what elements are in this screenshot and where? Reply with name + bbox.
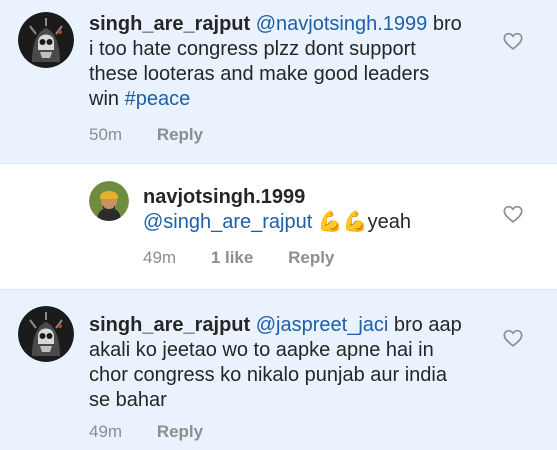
comment-meta: 50m Reply: [89, 125, 233, 145]
turban-avatar-icon: [89, 181, 129, 221]
heart-outline-icon[interactable]: [502, 327, 524, 349]
comment-body-line: se bahar: [89, 389, 167, 411]
comment-time: 49m: [143, 248, 177, 267]
reply-button[interactable]: Reply: [157, 125, 203, 144]
comment-body-text: yeah: [367, 211, 412, 233]
heart-outline-icon[interactable]: [502, 30, 524, 52]
comment-time: 50m: [89, 125, 123, 144]
comment-item: singh_are_rajput @navjotsingh.1999 bro i…: [0, 0, 557, 163]
comment-item: singh_are_rajput @jaspreet_jaci bro aap …: [0, 289, 557, 450]
user-avatar[interactable]: [89, 181, 129, 221]
comment-mention[interactable]: @singh_are_rajput: [143, 211, 312, 233]
divider: [0, 289, 557, 290]
reply-button[interactable]: Reply: [288, 248, 334, 267]
comment-body-line: win: [89, 88, 125, 110]
comment-text: singh_are_rajput @jaspreet_jaci bro aap …: [89, 313, 509, 413]
skull-avatar-icon: [18, 12, 74, 68]
comment-mention[interactable]: @navjotsingh.1999: [256, 13, 428, 35]
comment-item: navjotsingh.1999 @singh_are_rajput 💪💪yea…: [0, 163, 557, 289]
comment-body-line: these looteras and make good leaders: [89, 63, 430, 85]
comment-username[interactable]: navjotsingh.1999: [143, 186, 305, 208]
user-avatar[interactable]: [18, 12, 74, 68]
comment-text: singh_are_rajput @navjotsingh.1999 bro i…: [89, 12, 509, 112]
comment-body-line: chor congress ko nikalo punjab aur india: [89, 364, 447, 386]
comment-mention[interactable]: @jaspreet_jaci: [256, 314, 389, 336]
reply-button[interactable]: Reply: [157, 422, 203, 441]
comment-time: 49m: [89, 422, 123, 441]
comment-body-line: i too hate congress plzz dont support: [89, 38, 416, 60]
user-avatar[interactable]: [18, 306, 74, 362]
comment-text: navjotsingh.1999 @singh_are_rajput 💪💪yea…: [143, 185, 503, 235]
comment-username[interactable]: singh_are_rajput: [89, 314, 250, 336]
comment-body-line: bro aap: [393, 314, 462, 336]
comment-meta: 49m Reply: [89, 422, 233, 442]
heart-outline-icon[interactable]: [502, 203, 524, 225]
likes-count-button[interactable]: 1 like: [211, 248, 254, 267]
comment-body-line: bro: [432, 13, 462, 35]
comment-hashtag[interactable]: #peace: [125, 88, 191, 110]
comment-emojis: 💪💪: [317, 211, 368, 233]
skull-avatar-icon: [18, 306, 74, 362]
comment-body-line: akali ko jeetao wo to aapke apne hai in: [89, 339, 434, 361]
divider: [0, 163, 557, 164]
comment-meta: 49m 1 like Reply: [143, 248, 364, 268]
comment-username[interactable]: singh_are_rajput: [89, 13, 250, 35]
